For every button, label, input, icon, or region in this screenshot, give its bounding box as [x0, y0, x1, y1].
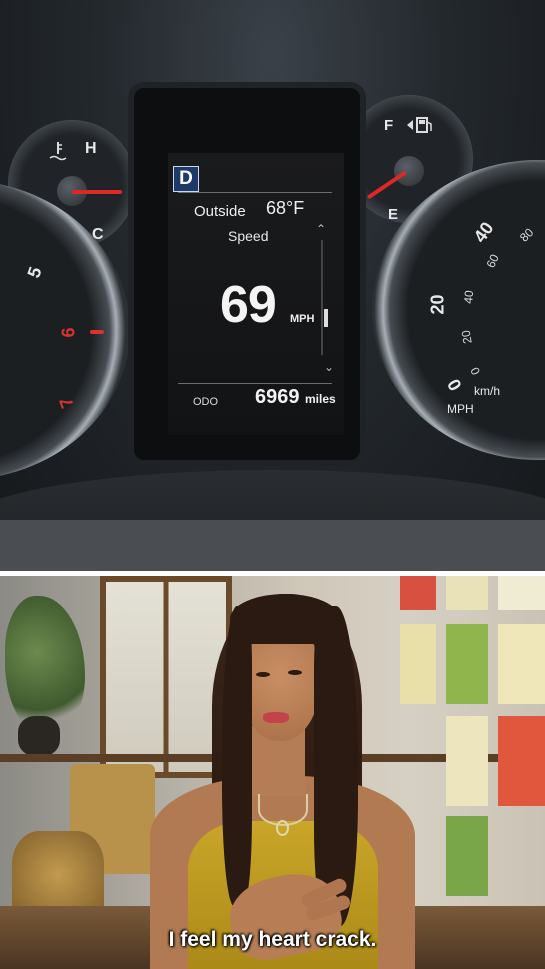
speed-unit: MPH: [290, 313, 315, 325]
fuel-needle-hub: [394, 156, 424, 186]
woman-left-eye: [256, 672, 270, 677]
odometer-value: 6969: [255, 386, 300, 408]
odometer-label: ODO: [193, 396, 219, 408]
tach-redline-mark: [90, 330, 104, 334]
glass-tile-pale: [498, 624, 545, 704]
woman-hair-right: [314, 606, 358, 926]
temp-needle: [72, 190, 122, 194]
outside-temperature: 68°F: [266, 198, 305, 218]
woman-right-eye: [288, 670, 302, 675]
gear-indicator: D: [173, 166, 199, 192]
speed-value: 69: [220, 276, 277, 334]
reaction-photo: [0, 576, 545, 969]
woman-hair-left: [222, 606, 252, 906]
heart-pendant: [276, 820, 289, 836]
odometer-unit: miles: [305, 392, 336, 406]
mph-label: MPH: [447, 402, 474, 416]
display-divider-top: [178, 192, 332, 193]
glass-tile-red: [400, 576, 436, 610]
background-plant: [5, 596, 85, 736]
glass-tile-yellow: [400, 624, 436, 704]
mph-number-20: 20: [427, 294, 448, 315]
coolant-temp-icon: [49, 142, 67, 161]
display-scroll-thumb: [324, 309, 328, 327]
glass-tile-green: [446, 624, 488, 704]
kmh-number-20: 20: [458, 329, 475, 345]
tach-number-6: 6: [58, 327, 79, 338]
dashboard-photo: H C F E 5 6 7 40 20 0 80 60 40 20 0 km/h…: [0, 0, 545, 571]
chevron-up-icon: ⌃: [316, 222, 327, 236]
kmh-number-40: 40: [461, 289, 477, 305]
fuel-full-label: F: [384, 117, 394, 134]
woman-mouth: [263, 712, 289, 723]
glass-tile-white: [498, 576, 545, 610]
temp-high-label: H: [85, 140, 97, 157]
fuel-empty-label: E: [388, 206, 399, 223]
outside-label: Outside: [194, 203, 246, 220]
display-divider-bottom: [178, 383, 332, 384]
glass-tile-cream-2: [446, 716, 488, 806]
background-vase: [18, 716, 60, 756]
speed-label: Speed: [228, 228, 269, 244]
meme-caption: I feel my heart crack.: [168, 928, 377, 951]
display-scroll-track: [321, 240, 323, 355]
glass-tile-cream: [446, 576, 488, 610]
fuel-pump-icon: [407, 117, 432, 133]
kmh-label: km/h: [474, 384, 501, 398]
chevron-down-icon: ⌄: [324, 360, 335, 374]
glass-tile-red-2: [498, 716, 545, 806]
dashboard-lower-trim: [0, 520, 545, 571]
glass-tile-green-2: [446, 816, 488, 896]
